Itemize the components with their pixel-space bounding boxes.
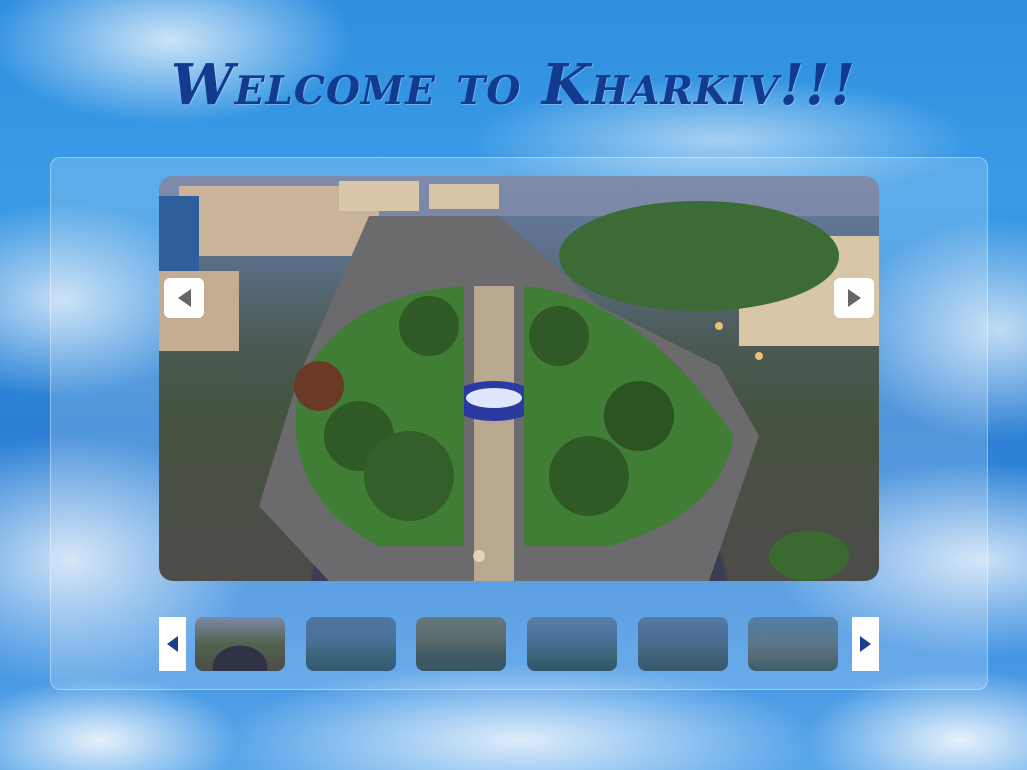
thumbnail-strip xyxy=(195,617,845,671)
slide-next-button[interactable] xyxy=(834,278,874,318)
thumbnail-station[interactable] xyxy=(748,617,838,671)
thumbnail-aerial-square[interactable] xyxy=(195,617,285,671)
thumbnail-cathedral[interactable] xyxy=(416,617,506,671)
thumbnail-monument[interactable] xyxy=(527,617,617,671)
caret-right-icon xyxy=(860,636,871,652)
thumbnail-park[interactable] xyxy=(638,617,728,671)
slide-prev-button[interactable] xyxy=(164,278,204,318)
caret-left-icon xyxy=(177,289,191,307)
caret-right-icon xyxy=(847,289,861,307)
main-slide-image xyxy=(159,176,879,581)
thumbnail-building[interactable] xyxy=(306,617,396,671)
thumbnails-next-button[interactable] xyxy=(852,617,879,671)
aerial-city-square-photo xyxy=(159,176,879,581)
page-title: Welcome to Kharkiv!!! xyxy=(170,52,857,118)
caret-left-icon xyxy=(167,636,178,652)
thumbnails-prev-button[interactable] xyxy=(159,617,186,671)
